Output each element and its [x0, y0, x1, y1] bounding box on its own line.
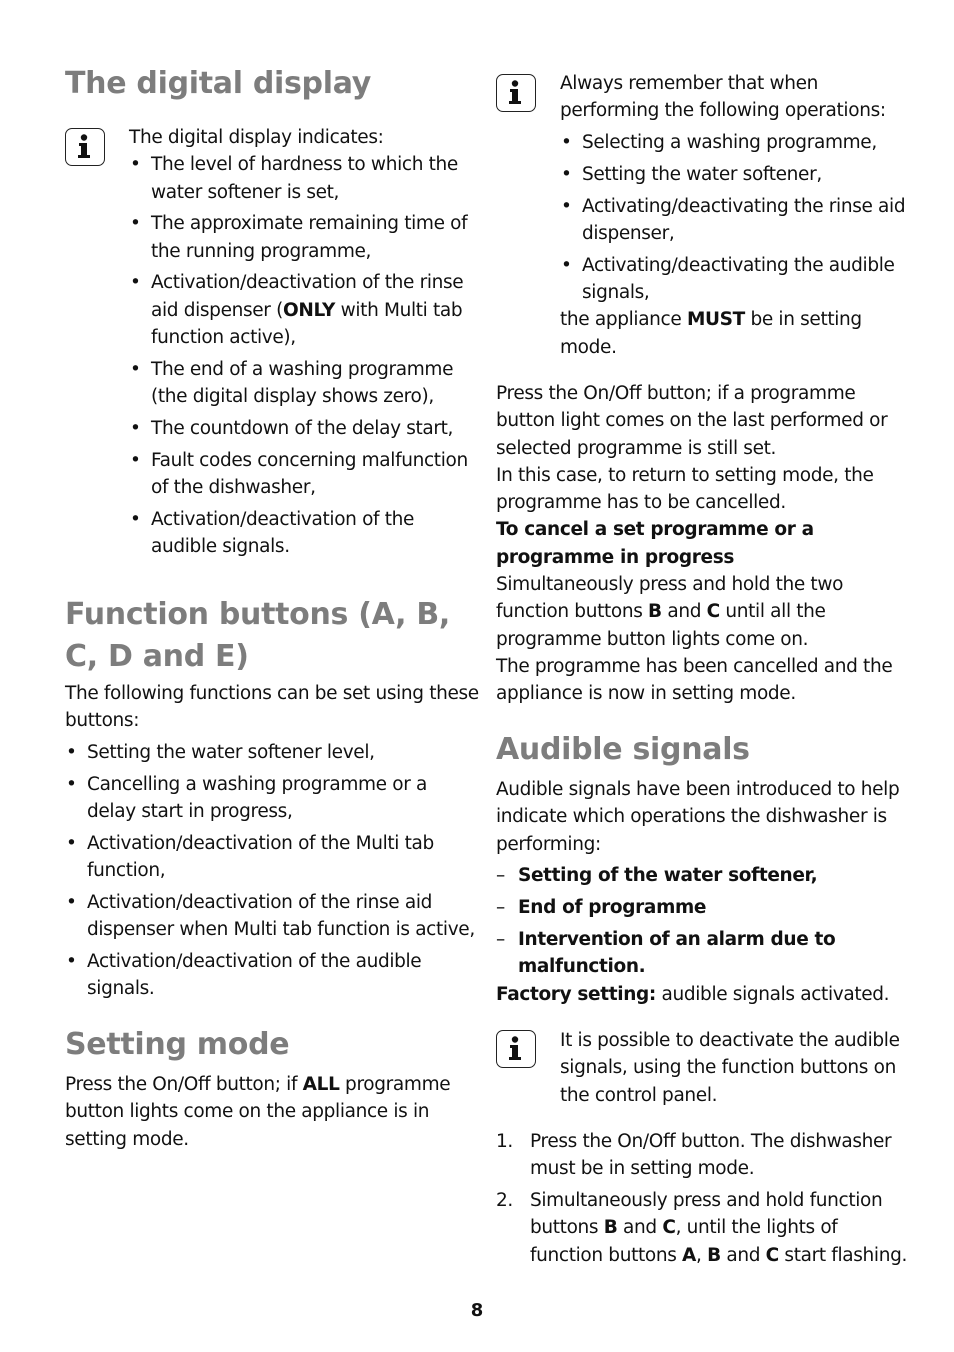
section-title-function-buttons: Function buttons (A, B, C, D and E) [65, 597, 451, 674]
list-item: Activating/deactivating the audible sign… [560, 252, 910, 307]
digital-display-intro: The digital display indicates: [129, 127, 384, 148]
list-item: Setting of the water softener, [496, 862, 910, 890]
list-item: The level of hardness to which the water… [129, 151, 479, 206]
list-item: Activation/deactivation of the rinse aid… [65, 889, 479, 944]
audible-signals-block: Audible signals have been introduced to … [496, 776, 910, 1008]
digital-display-list: The level of hardness to which the water… [129, 151, 479, 560]
setting-mode-note: Always remember that when performing the… [560, 70, 910, 361]
list-item: End of programme [496, 894, 910, 922]
on-off-paragraph: Press the On/Off button; if a programme … [496, 383, 888, 459]
list-item: Selecting a washing programme, [560, 129, 910, 157]
list-item: Activation/deactivation of the rinse aid… [129, 269, 479, 351]
list-item: Fault codes concerning malfunction of th… [129, 447, 479, 502]
list-item: Setting the water softener level, [65, 739, 479, 767]
list-item: Activating/deactivating the rinse aid di… [560, 193, 910, 248]
cancel-heading: To cancel a set programme or a programme… [496, 519, 814, 568]
program-cancel-block: Press the On/Off button; if a programme … [496, 380, 910, 708]
cancelled-paragraph: The programme has been cancelled and the… [496, 655, 893, 705]
factory-setting: Factory setting: audible signals activat… [496, 983, 890, 1005]
info-icon [496, 74, 536, 112]
section-title-digital-display: The digital display [65, 66, 371, 101]
digital-display-block: The digital display indicates: The level… [129, 124, 479, 565]
page-number: 8 [470, 1300, 484, 1321]
audible-signals-list: Setting of the water softener, End of pr… [496, 862, 910, 980]
list-item: The end of a washing programme (the digi… [129, 356, 479, 411]
info-icon [496, 1030, 536, 1068]
audible-signals-note: It is possible to deactivate the audible… [560, 1030, 900, 1106]
audible-signals-intro: Audible signals have been introduced to … [496, 779, 900, 855]
step-item: 1. Press the On/Off button. The dishwashe… [496, 1131, 892, 1180]
list-item: Cancelling a washing programme or a dela… [65, 771, 479, 826]
section-title-audible-signals: Audible signals [496, 732, 750, 767]
function-buttons-intro: The following functions can be set using… [65, 683, 479, 732]
list-item: Activation/deactivation of the audible s… [65, 948, 479, 1003]
list-item: Setting the water softener, [560, 161, 910, 189]
note-intro: Always remember that when performing the… [560, 73, 886, 122]
steps-list: 1. Press the On/Off button. The dishwashe… [496, 1128, 910, 1273]
function-buttons-block: The following functions can be set using… [65, 680, 479, 1007]
section-title-setting-mode: Setting mode [65, 1027, 290, 1062]
note-outro: the appliance MUST be in setting mode. [560, 309, 862, 358]
list-item: Intervention of an alarm due to malfunct… [496, 926, 910, 981]
info-icon [65, 128, 105, 166]
setting-mode-text: Press the On/Off button; if ALL programm… [65, 1074, 451, 1150]
list-item: The countdown of the delay start, [129, 415, 479, 443]
list-item: The approximate remaining time of the ru… [129, 210, 479, 265]
function-buttons-list: Setting the water softener level, Cancel… [65, 739, 479, 1003]
step-item: 2. Simultaneously press and hold function… [496, 1190, 907, 1266]
list-item: Activation/deactivation of the Multi tab… [65, 830, 479, 885]
list-item: Activation/deactivation of the audible s… [129, 506, 479, 561]
note-list: Selecting a washing programme, Setting t… [560, 129, 910, 306]
case-paragraph: In this case, to return to setting mode,… [496, 464, 874, 514]
cancel-instructions: Simultaneously press and hold the two fu… [496, 574, 844, 650]
